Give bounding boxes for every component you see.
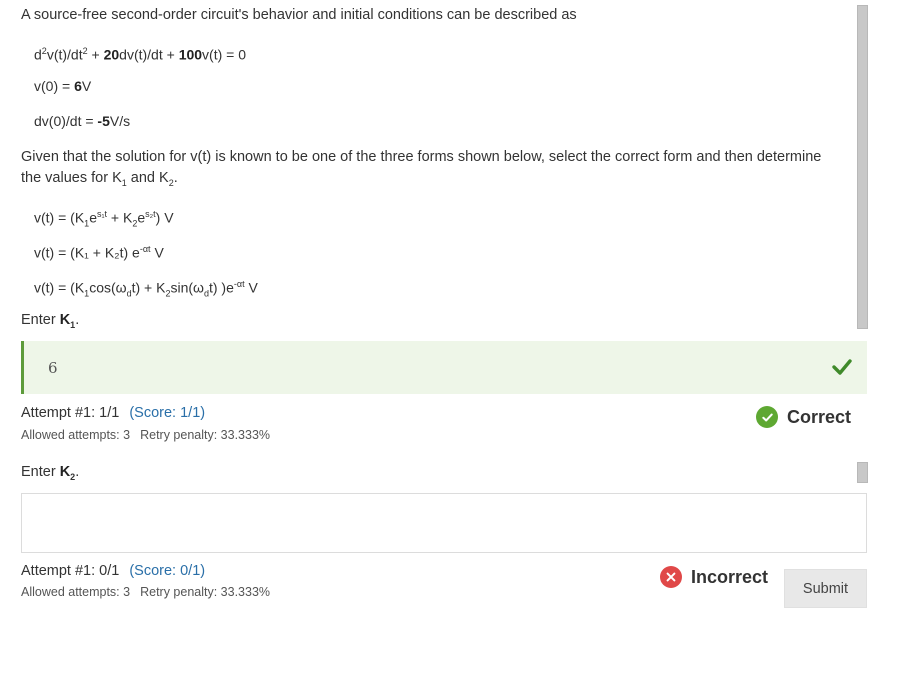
k2-attempt-meta: Allowed attempts: 3 Retry penalty: 33.333… <box>21 585 271 599</box>
prompt-line-1: Given that the solution for v(t) is know… <box>21 149 822 165</box>
k1-answer-field[interactable]: 6 <box>21 341 867 394</box>
scrollbar-thumb[interactable] <box>857 5 868 329</box>
submit-button[interactable]: Submit <box>784 569 867 608</box>
differential-equation: d2v(t)/dt2 + 20dv(t)/dt + 100v(t) = 0 <box>34 46 247 63</box>
initial-condition-dv0: dv(0)/dt = -5V/s <box>34 113 131 129</box>
intro-text: A source-free second-order circuit's beh… <box>21 7 577 23</box>
k2-status-badge: Incorrect <box>660 566 768 588</box>
k1-attempt-meta: Allowed attempts: 3 Retry penalty: 33.333… <box>21 428 271 442</box>
k2-answer-field[interactable] <box>21 493 867 553</box>
k2-label: Enter K2. <box>21 464 80 482</box>
solution-form-overdamped: v(t) = (K1es₁t + K2es₂t) V <box>34 209 174 229</box>
prompt-line-2: the values for K1 and K2. <box>21 170 178 188</box>
k2-attempt-info: Attempt #1: 0/1 (Score: 0/1) <box>21 563 206 579</box>
scrollbar-thumb-2[interactable] <box>857 462 868 483</box>
x-circle-icon <box>660 566 682 588</box>
k1-attempt-info: Attempt #1: 1/1 (Score: 1/1) <box>21 405 206 421</box>
k1-status-badge: Correct <box>756 406 851 428</box>
check-circle-icon <box>756 406 778 428</box>
solution-form-critically-damped: v(t) = (K₁ + K₂t) e-αt V <box>34 244 164 261</box>
checkmark-icon <box>832 359 852 375</box>
solution-form-underdamped: v(t) = (K1cos(ωdt) + K2sin(ωdt) )e-αt V <box>34 279 258 299</box>
k1-answer-value: 6 <box>48 359 58 377</box>
k1-label: Enter K1. <box>21 312 80 330</box>
initial-condition-v0: v(0) = 6V <box>34 78 92 94</box>
